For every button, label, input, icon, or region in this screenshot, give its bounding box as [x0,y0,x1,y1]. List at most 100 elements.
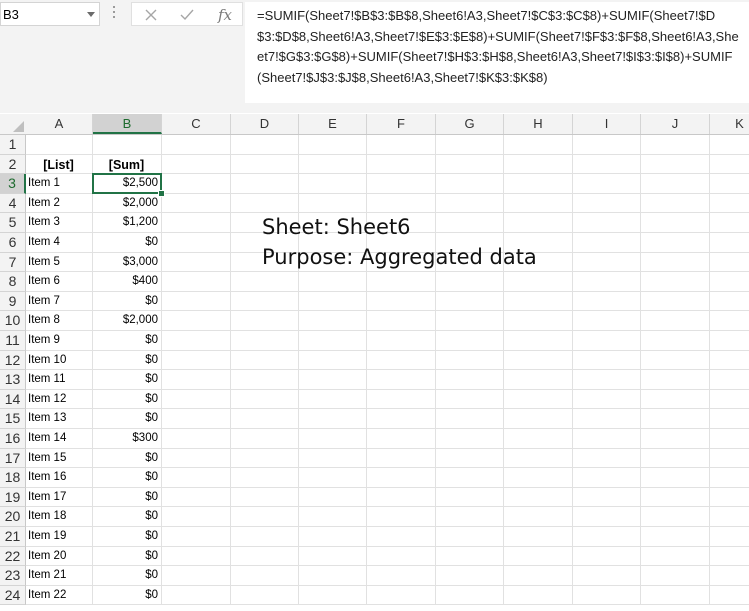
row-header-11[interactable]: 11 [0,331,26,351]
gridline-horizontal [26,330,749,331]
column-header-f[interactable]: F [367,114,436,134]
item-name-cell[interactable]: Item 1 [28,177,89,189]
item-sum-cell[interactable]: $0 [95,569,158,581]
item-sum-cell[interactable]: $0 [95,491,158,503]
gridline-horizontal [26,467,749,469]
column-header-b[interactable]: B [93,114,162,134]
gridline-horizontal [26,369,749,371]
row-header-9[interactable]: 9 [0,291,26,312]
item-name-cell[interactable]: Item 10 [28,354,89,366]
cancel-button[interactable] [136,3,166,27]
item-sum-cell[interactable]: $0 [95,236,158,248]
gridline-horizontal [26,584,749,586]
row-header-22[interactable]: 22 [0,546,26,567]
item-sum-cell[interactable]: $0 [95,373,158,385]
item-name-cell[interactable]: Item 11 [28,373,89,385]
column-header-d[interactable]: D [231,114,299,134]
item-name-cell[interactable]: Item 8 [28,314,89,326]
column-header-e[interactable]: E [299,114,367,134]
item-sum-cell[interactable]: $400 [95,275,158,287]
row-header-4[interactable]: 4 [0,193,26,214]
item-sum-cell[interactable]: $2,000 [95,197,158,209]
item-name-cell[interactable]: Item 4 [28,236,89,248]
item-name-cell[interactable]: Item 22 [28,589,89,601]
formula-input[interactable]: =SUMIF(Sheet7!$B$3:$B$8,Sheet6!A3,Sheet7… [245,2,749,103]
item-name-cell[interactable]: Item 2 [28,197,89,209]
drag-handle-icon[interactable] [113,6,116,22]
row-header-5[interactable]: 5 [0,213,26,233]
row-header-12[interactable]: 12 [0,350,26,371]
item-sum-cell[interactable]: $0 [95,393,158,405]
item-sum-cell[interactable]: $0 [95,589,158,601]
item-sum-cell[interactable]: $0 [95,510,158,522]
item-sum-cell[interactable]: $0 [95,334,158,346]
item-name-cell[interactable]: Item 9 [28,334,89,346]
list-header-cell[interactable]: [List] [28,158,89,172]
column-header-h[interactable]: H [504,114,573,134]
row-header-2[interactable]: 2 [0,154,26,175]
row-header-10[interactable]: 10 [0,311,26,331]
item-name-cell[interactable]: Item 17 [28,491,89,503]
gridline-vertical [230,135,231,606]
item-sum-cell[interactable]: $0 [95,354,158,366]
column-header-i[interactable]: I [573,114,641,134]
column-header-a[interactable]: A [26,114,93,134]
column-header-c[interactable]: C [162,114,231,134]
row-header-8[interactable]: 8 [0,272,26,292]
item-sum-cell[interactable]: $0 [95,471,158,483]
item-name-cell[interactable]: Item 5 [28,256,89,268]
column-header-g[interactable]: G [436,114,504,134]
name-box[interactable]: B3 [0,2,100,26]
column-header-k[interactable]: K [710,114,749,134]
row-header-7[interactable]: 7 [0,252,26,273]
row-header-6[interactable]: 6 [0,233,26,253]
item-name-cell[interactable]: Item 16 [28,471,89,483]
row-header-13[interactable]: 13 [0,370,26,390]
row-header-20[interactable]: 20 [0,507,26,527]
item-name-cell[interactable]: Item 7 [28,295,89,307]
gridline-horizontal [26,349,749,351]
gridline-horizontal [26,447,749,449]
item-name-cell[interactable]: Item 21 [28,569,89,581]
column-header-j[interactable]: J [641,114,710,134]
row-header-19[interactable]: 19 [0,487,26,508]
fill-handle[interactable] [158,189,165,197]
item-name-cell[interactable]: Item 13 [28,412,89,424]
row-header-23[interactable]: 23 [0,566,26,586]
item-name-cell[interactable]: Item 6 [28,275,89,287]
row-header-14[interactable]: 14 [0,389,26,410]
row-header-18[interactable]: 18 [0,468,26,488]
row-header-21[interactable]: 21 [0,527,26,547]
item-sum-cell[interactable]: $1,200 [95,216,158,228]
item-name-cell[interactable]: Item 12 [28,393,89,405]
item-name-cell[interactable]: Item 3 [28,216,89,228]
row-header-24[interactable]: 24 [0,585,26,606]
item-sum-cell[interactable]: $300 [95,432,158,444]
enter-button[interactable] [172,3,202,27]
row-header-1[interactable]: 1 [0,135,26,155]
insert-function-button[interactable]: fx [210,3,240,27]
item-sum-cell[interactable]: $0 [95,550,158,562]
item-sum-cell[interactable]: $0 [95,295,158,307]
item-name-cell[interactable]: Item 20 [28,550,89,562]
item-name-cell[interactable]: Item 14 [28,432,89,444]
item-sum-cell[interactable]: $0 [95,452,158,464]
item-name-cell[interactable]: Item 15 [28,452,89,464]
item-name-cell[interactable]: Item 19 [28,530,89,542]
row-header-17[interactable]: 17 [0,448,26,469]
item-name-cell[interactable]: Item 18 [28,510,89,522]
item-sum-cell[interactable]: $0 [95,530,158,542]
sheet-note: Sheet: Sheet6 Purpose: Aggregated data [262,212,537,272]
item-sum-cell[interactable]: $3,000 [95,256,158,268]
row-header-15[interactable]: 15 [0,409,26,429]
select-all-button[interactable] [0,114,26,134]
note-sheet-line: Sheet: Sheet6 [262,215,411,239]
fx-icon: fx [217,6,232,24]
gridline-horizontal [26,545,749,547]
row-header-3[interactable]: 3 [0,174,26,194]
item-sum-cell[interactable]: $0 [95,412,158,424]
item-sum-cell[interactable]: $2,000 [95,314,158,326]
row-header-16[interactable]: 16 [0,429,26,449]
sum-header-cell[interactable]: [Sum] [95,158,158,172]
chevron-down-icon[interactable] [87,12,95,17]
